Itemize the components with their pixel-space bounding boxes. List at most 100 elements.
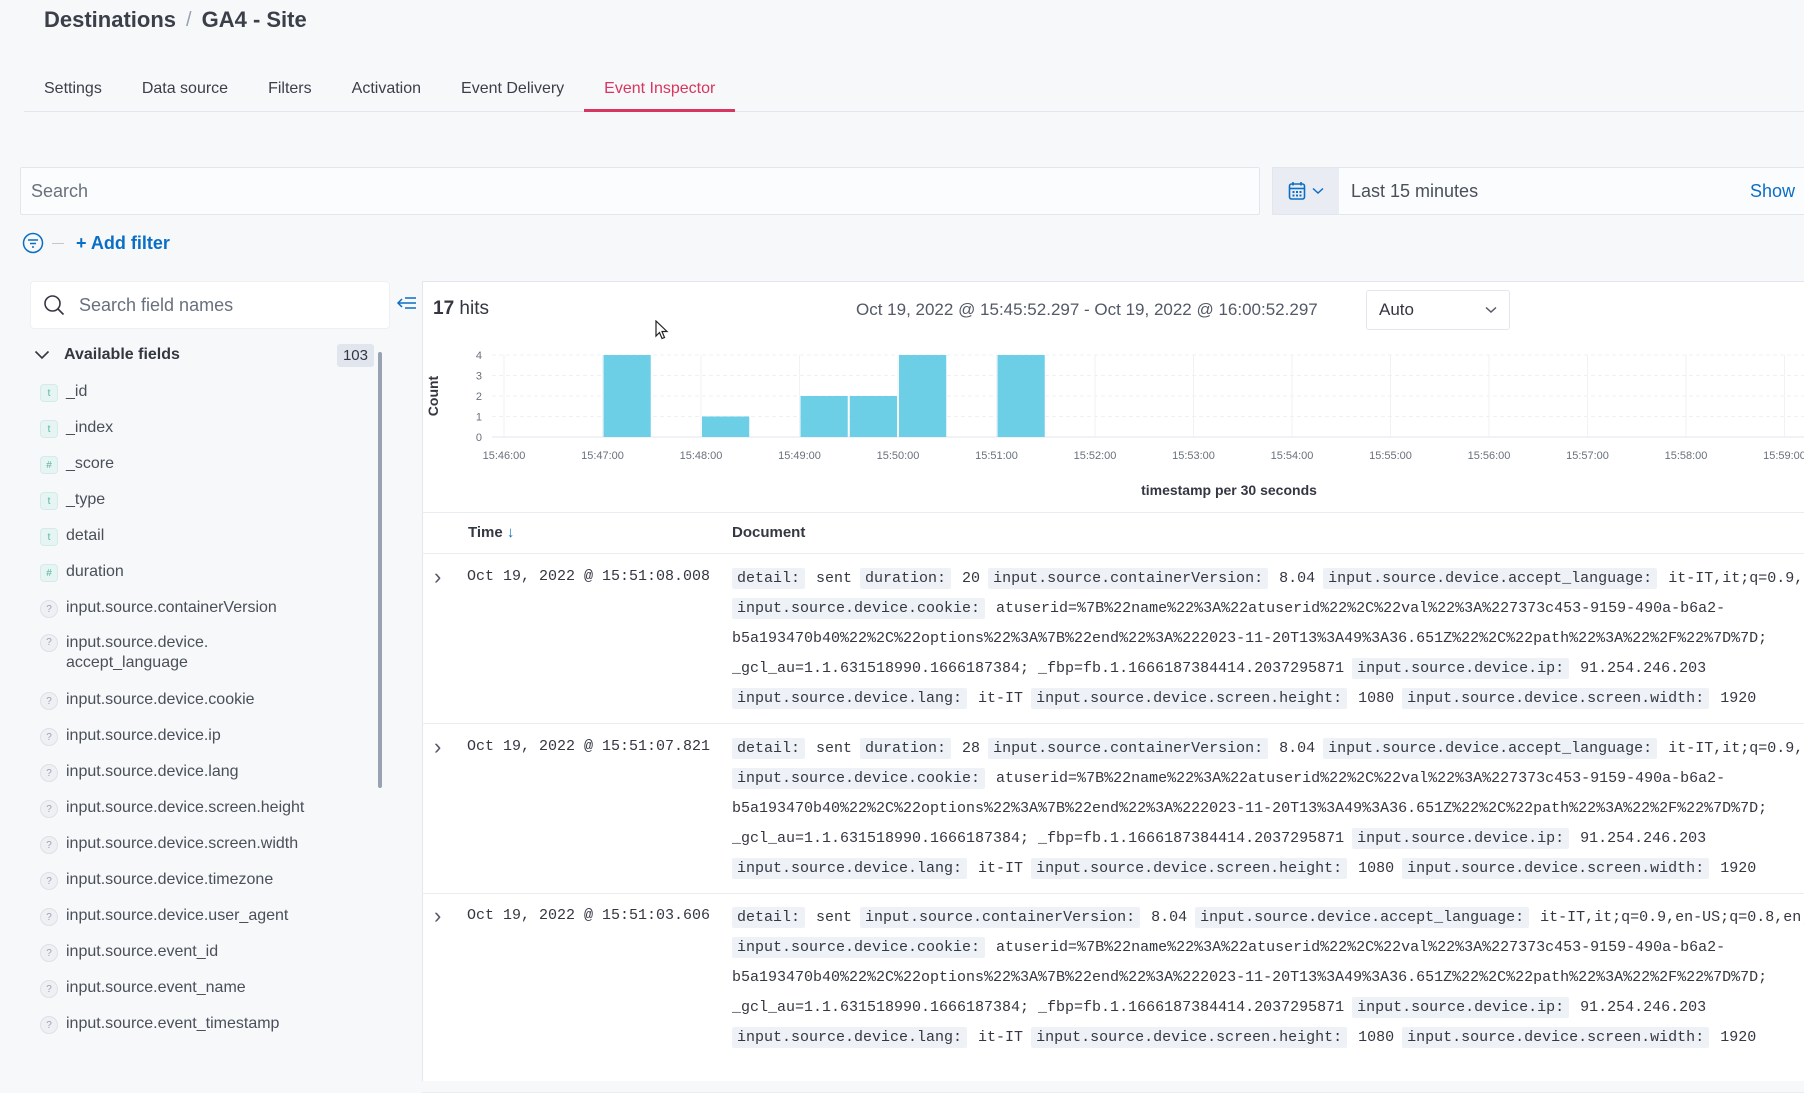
- number-type-icon: #: [40, 564, 58, 582]
- field-item[interactable]: ? input.source.device.user_agent: [40, 900, 370, 936]
- field-item[interactable]: ? input.source.device. accept_language: [40, 628, 370, 684]
- expand-row-icon[interactable]: ›: [434, 905, 441, 927]
- field-value: atuserid=%7B%22name%22%3A%22atuserid%22%…: [987, 939, 1726, 956]
- field-item[interactable]: ? input.source.device.cookie: [40, 684, 370, 720]
- unknown-type-icon: ?: [40, 634, 58, 652]
- field-item[interactable]: ? input.source.device.lang: [40, 756, 370, 792]
- histogram-bar: [997, 355, 1045, 437]
- date-range-value[interactable]: Last 15 minutes: [1339, 181, 1750, 202]
- unknown-type-icon: ?: [40, 800, 58, 818]
- field-value: 91.254.246.203: [1571, 660, 1707, 677]
- field-item[interactable]: ? input.source.event_id: [40, 936, 370, 972]
- document-line: input.source.device.cookie: atuserid=%7B…: [732, 933, 1804, 963]
- field-key: detail:: [732, 568, 806, 589]
- field-value: 1920: [1711, 1029, 1757, 1046]
- chevron-down-icon: [1485, 306, 1497, 314]
- mouse-cursor-icon: [655, 320, 669, 340]
- field-search-input[interactable]: [79, 294, 349, 316]
- available-fields-header[interactable]: Available fields 103: [34, 342, 374, 368]
- unknown-type-icon: ?: [40, 764, 58, 782]
- field-value: 1080: [1349, 860, 1395, 877]
- field-key: input.source.device.ip:: [1352, 997, 1570, 1018]
- field-item[interactable]: # _score: [40, 448, 370, 484]
- string-type-icon: t: [40, 384, 58, 402]
- field-value: 28: [953, 740, 981, 757]
- field-name: detail: [66, 527, 105, 544]
- field-item[interactable]: ? input.source.device.screen.width: [40, 828, 370, 864]
- field-value: it-IT: [969, 1029, 1024, 1046]
- string-type-icon: t: [40, 420, 58, 438]
- add-filter-button[interactable]: + Add filter: [76, 233, 170, 254]
- document-line: _gcl_au=1.1.631518990.1666187384; _fbp=f…: [732, 654, 1804, 684]
- field-key: input.source.device.lang:: [732, 1027, 968, 1048]
- field-key: input.source.device.screen.height:: [1031, 858, 1348, 879]
- time-range-display: Oct 19, 2022 @ 15:45:52.297 - Oct 19, 20…: [856, 300, 1318, 319]
- field-key: input.source.device.lang:: [732, 688, 968, 709]
- row-document: detail: sent duration: 20 input.source.con…: [732, 564, 1804, 714]
- tab-event-delivery[interactable]: Event Delivery: [441, 72, 584, 112]
- field-item[interactable]: # duration: [40, 556, 370, 592]
- search-input[interactable]: [31, 180, 1259, 202]
- field-key: input.source.device.screen.height:: [1031, 1027, 1348, 1048]
- sidebar-scrollbar[interactable]: [378, 352, 382, 788]
- filter-bar: + Add filter: [22, 230, 170, 256]
- field-item[interactable]: t _id: [40, 376, 370, 412]
- field-search: [30, 281, 390, 329]
- field-item[interactable]: ? input.source.device.timezone: [40, 864, 370, 900]
- field-name: input.source.event_timestamp: [66, 1015, 280, 1032]
- show-dates-button[interactable]: Show: [1750, 181, 1804, 202]
- tab-settings[interactable]: Settings: [24, 72, 122, 112]
- expand-row-icon[interactable]: ›: [434, 566, 441, 588]
- field-item[interactable]: t _index: [40, 412, 370, 448]
- field-name: _type: [66, 491, 106, 508]
- table-header: [422, 512, 1804, 554]
- breadcrumb-parent[interactable]: Destinations: [44, 7, 176, 33]
- hits-count: 17 hits: [433, 298, 489, 320]
- row-document: detail: sent duration: 28 input.source.con…: [732, 734, 1804, 884]
- field-value: 1080: [1349, 1029, 1395, 1046]
- field-key: input.source.device.screen.height:: [1031, 688, 1348, 709]
- tab-activation[interactable]: Activation: [332, 72, 441, 112]
- interval-select[interactable]: Auto: [1366, 290, 1510, 330]
- document-line: b5a193470b40%22%2C%22options%22%3A%7B%22…: [732, 624, 1804, 654]
- field-item[interactable]: ? input.source.device.ip: [40, 720, 370, 756]
- field-value: 1080: [1349, 690, 1395, 707]
- x-tick-label: 15:55:00: [1369, 450, 1412, 462]
- field-name: input.source.event_id: [66, 943, 219, 960]
- quick-select-button[interactable]: [1273, 168, 1339, 214]
- filter-icon[interactable]: [22, 232, 44, 254]
- field-item[interactable]: ? input.source.device.screen.height: [40, 792, 370, 828]
- x-tick-label: 15:49:00: [778, 450, 821, 462]
- histogram-bar: [702, 416, 750, 437]
- unknown-type-icon: ?: [40, 1016, 58, 1034]
- unknown-type-icon: ?: [40, 872, 58, 890]
- expand-row-icon[interactable]: ›: [434, 736, 441, 758]
- document-line: b5a193470b40%22%2C%22options%22%3A%7B%22…: [732, 794, 1804, 824]
- field-value: 91.254.246.203: [1571, 999, 1707, 1016]
- y-tick-label: 3: [476, 371, 482, 383]
- field-item[interactable]: ? input.source.event_timestamp: [40, 1008, 370, 1044]
- tab-data-source[interactable]: Data source: [122, 72, 248, 112]
- field-item[interactable]: ? input.source.event_name: [40, 972, 370, 1008]
- field-value: atuserid=%7B%22name%22%3A%22atuserid%22%…: [987, 770, 1726, 787]
- field-key: input.source.device.ip:: [1352, 658, 1570, 679]
- field-value: it-IT: [969, 690, 1024, 707]
- filter-divider: [52, 242, 64, 244]
- x-axis-title: timestamp per 30 seconds: [1141, 482, 1317, 498]
- column-header-document: Document: [732, 524, 806, 541]
- field-item[interactable]: t detail: [40, 520, 370, 556]
- tab-filters[interactable]: Filters: [248, 72, 332, 112]
- column-header-time[interactable]: Time ↓: [468, 524, 514, 541]
- field-item[interactable]: t _type: [40, 484, 370, 520]
- field-value: it-IT,it;q=0.9,en-US;q=0.8,en;q: [1531, 909, 1804, 926]
- field-value: _gcl_au=1.1.631518990.1666187384; _fbp=f…: [732, 830, 1345, 847]
- histogram-bar: [603, 355, 651, 437]
- tab-event-inspector[interactable]: Event Inspector: [584, 72, 736, 112]
- field-key: duration:: [860, 568, 952, 589]
- collapse-sidebar-icon[interactable]: [396, 292, 418, 314]
- row-document: detail: sent input.source.containerVersio…: [732, 903, 1804, 1053]
- chevron-down-icon: [34, 350, 50, 360]
- field-item[interactable]: ? input.source.containerVersion: [40, 592, 370, 628]
- field-value: _gcl_au=1.1.631518990.1666187384; _fbp=f…: [732, 999, 1345, 1016]
- field-key: input.source.device.accept_language:: [1323, 738, 1658, 759]
